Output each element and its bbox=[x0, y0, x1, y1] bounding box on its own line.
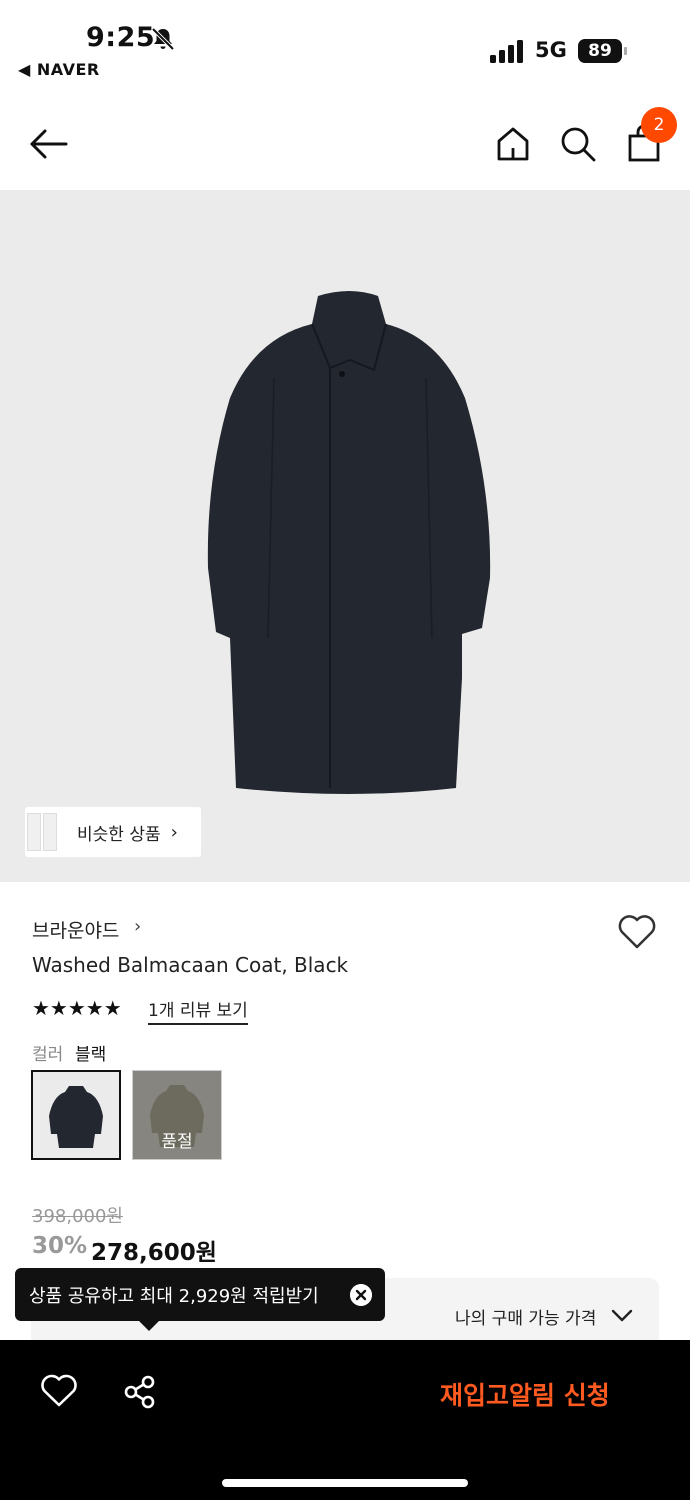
discount-rate: 30% bbox=[32, 1233, 88, 1259]
share-icon[interactable] bbox=[122, 1374, 158, 1410]
cart-count-badge: 2 bbox=[641, 107, 677, 143]
close-icon[interactable] bbox=[350, 1284, 372, 1306]
similar-thumbnails bbox=[25, 807, 61, 857]
similar-products-label: 비슷한 상품 bbox=[77, 824, 161, 845]
tooltip-text: 상품 공유하고 최대 2,929원 적립받기 bbox=[29, 1286, 319, 1307]
top-nav bbox=[0, 100, 690, 190]
similar-products-button[interactable]: 비슷한 상품 › bbox=[25, 807, 201, 857]
color-label: 컬러 bbox=[32, 1045, 64, 1065]
back-to-app-link[interactable]: ◀ NAVER bbox=[18, 60, 100, 79]
product-title: Washed Balmacaan Coat, Black bbox=[32, 953, 349, 977]
bell-slash-icon bbox=[151, 27, 175, 51]
restock-alert-button[interactable]: 재입고알림 신청 bbox=[440, 1376, 610, 1412]
network-type: 5G bbox=[535, 38, 567, 62]
color-swatch-black[interactable] bbox=[31, 1070, 121, 1160]
heart-icon[interactable] bbox=[617, 914, 657, 950]
color-swatch-beige[interactable]: 품절 bbox=[132, 1070, 222, 1160]
battery-level: 89 bbox=[578, 39, 622, 63]
my-price-label: 나의 구매 가능 가격 bbox=[455, 1309, 597, 1329]
review-link[interactable]: 1개 리뷰 보기 bbox=[148, 996, 248, 1025]
coat-thumbnail bbox=[49, 1086, 103, 1148]
color-value: 블랙 bbox=[75, 1045, 107, 1065]
brand-link[interactable]: 브라운야드 bbox=[32, 916, 119, 943]
chevron-down-icon bbox=[611, 1309, 633, 1322]
home-icon[interactable] bbox=[493, 124, 533, 164]
bottom-action-bar: 재입고알림 신청 bbox=[0, 1340, 690, 1500]
back-arrow-icon[interactable] bbox=[26, 124, 72, 164]
battery-icon: 89 bbox=[578, 39, 628, 63]
heart-icon[interactable] bbox=[40, 1374, 78, 1408]
signal-icon bbox=[490, 40, 523, 63]
share-reward-tooltip: 상품 공유하고 최대 2,929원 적립받기 bbox=[15, 1268, 385, 1331]
rating-stars: ★★★★★ bbox=[32, 996, 122, 1020]
original-price: 398,000원 bbox=[32, 1206, 123, 1227]
home-indicator bbox=[222, 1479, 468, 1487]
status-time: 9:25 bbox=[86, 22, 156, 53]
chevron-right-icon: › bbox=[134, 916, 142, 937]
search-icon[interactable] bbox=[558, 124, 598, 164]
chevron-right-icon: › bbox=[170, 821, 178, 843]
sale-price: 278,600원 bbox=[91, 1240, 217, 1266]
status-bar: 9:25 ◀ NAVER 5G 89 bbox=[0, 0, 690, 90]
product-image[interactable]: 비슷한 상품 › bbox=[0, 190, 690, 882]
sold-out-label: 품절 bbox=[161, 1132, 193, 1152]
coat-image bbox=[207, 291, 491, 794]
